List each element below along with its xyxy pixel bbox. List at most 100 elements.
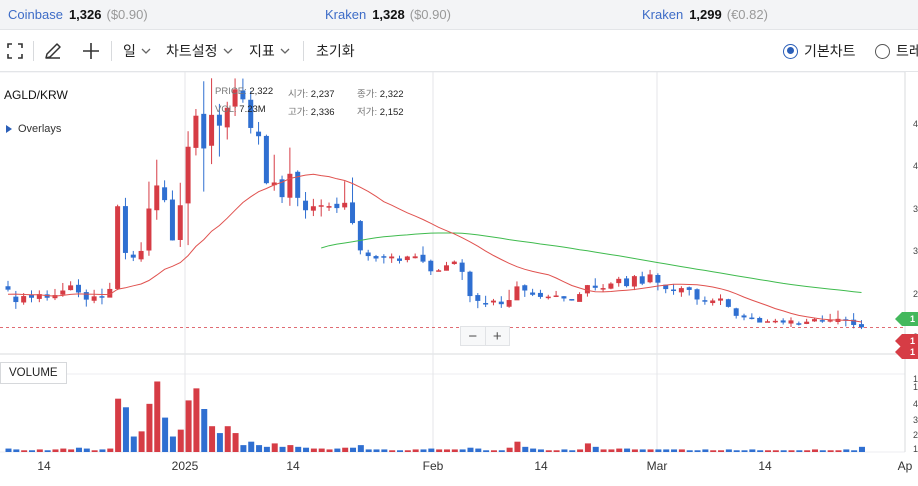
volume-bar — [146, 403, 153, 452]
volume-bar — [780, 450, 787, 452]
volume-bar — [694, 450, 701, 452]
x-axis-label: Mar — [646, 459, 668, 473]
overlays-toggle[interactable]: Overlays — [6, 123, 61, 135]
expand-triangle-icon — [6, 125, 12, 133]
candle-body — [467, 271, 473, 297]
basic-chart-label: 기본차트 — [804, 43, 856, 59]
volume-bar — [624, 448, 631, 452]
candle-body — [334, 203, 340, 209]
x-axis-label: 14 — [534, 459, 548, 473]
reset-button[interactable]: 초기화 — [316, 30, 355, 72]
high-value: 2,336 — [310, 107, 335, 118]
candle-body — [584, 285, 590, 294]
ohlc-high: 고가: 2,336 — [288, 104, 335, 118]
volume-bar — [600, 449, 607, 452]
zoom-controls: − + — [460, 326, 510, 346]
volume-bar — [467, 447, 474, 452]
candle-body — [350, 202, 356, 224]
crosshair-button[interactable] — [81, 30, 101, 72]
volume-bar — [287, 445, 294, 452]
candle-body — [287, 173, 293, 198]
y-axis-label: 4 — [913, 119, 918, 129]
candle-body — [600, 288, 606, 290]
fullscreen-button[interactable] — [6, 30, 24, 72]
chevron-down-icon — [280, 48, 290, 54]
zoom-out-button[interactable]: − — [461, 327, 485, 345]
candle-body — [772, 320, 778, 323]
basic-chart-radio[interactable]: 기본차트 — [783, 30, 856, 72]
y-axis-label: 2 — [913, 289, 918, 299]
volume-bar — [631, 449, 638, 452]
candle-body — [60, 290, 66, 295]
volume-bar — [216, 433, 223, 452]
volume-bar — [804, 450, 811, 452]
candle-body — [804, 321, 810, 324]
trading-chart-label: 트레 — [896, 43, 918, 59]
volume-bar — [240, 445, 247, 452]
price-label: PRICE: — [215, 86, 247, 97]
period-dropdown[interactable]: 일 — [123, 30, 151, 72]
volume-bar — [389, 450, 396, 452]
price-chart[interactable]: AGLD/KRW Overlays PRICE: 2,322 시가: 2,237… — [0, 72, 918, 486]
candle-body — [162, 187, 168, 201]
volume-bar — [428, 448, 435, 452]
volume-bar — [52, 449, 59, 452]
vol-value: 7.23M — [239, 104, 266, 115]
volume-bar — [162, 417, 169, 452]
period-label: 일 — [123, 43, 136, 59]
volume-bar — [342, 447, 349, 452]
candle-body — [75, 284, 81, 293]
candle-body — [201, 113, 207, 149]
volume-bar — [827, 450, 834, 452]
ticker-kraken-usd[interactable]: Kraken 1,328 ($0.90) — [325, 7, 451, 22]
zoom-in-button[interactable]: + — [484, 327, 510, 345]
high-label: 고가: — [288, 107, 309, 118]
candle-body — [537, 292, 543, 297]
candle-body — [389, 256, 395, 259]
candle-body — [647, 274, 653, 283]
candle-body — [788, 320, 794, 324]
volume-bar — [819, 450, 826, 452]
indicators-label: 지표 — [249, 43, 275, 59]
candle-body — [169, 199, 175, 241]
chart-settings-dropdown[interactable]: 차트설정 — [166, 30, 233, 72]
ticker-kraken-eur[interactable]: Kraken 1,299 (€0.82) — [642, 7, 768, 22]
volume-bar — [357, 445, 364, 452]
candle-body — [130, 254, 136, 258]
candle-body — [146, 208, 152, 251]
candle-body — [263, 135, 269, 184]
trading-chart-radio[interactable]: 트레 — [875, 30, 918, 72]
volume-pane-label: VOLUME — [0, 362, 67, 384]
candle-body — [138, 250, 144, 260]
indicators-dropdown[interactable]: 지표 — [249, 30, 290, 72]
volume-bar — [851, 450, 858, 452]
volume-bar — [757, 450, 764, 452]
volume-bar — [451, 449, 458, 452]
candle-body — [757, 317, 763, 323]
candle-body — [858, 324, 864, 328]
volume-bar — [75, 447, 82, 452]
chart-canvas[interactable] — [0, 72, 918, 486]
candle-body — [506, 300, 512, 307]
volume-bar — [107, 448, 114, 452]
volume-bar — [193, 388, 200, 452]
volume-bar — [256, 445, 263, 452]
candle-body — [671, 289, 677, 292]
candle-body — [295, 171, 301, 198]
last-price-tag: 1 — [895, 345, 918, 359]
candle-body — [177, 205, 183, 240]
volume-bar — [522, 446, 529, 452]
candle-body — [318, 205, 324, 207]
volume-bar — [44, 450, 51, 452]
volume-bar — [443, 449, 450, 452]
volume-bar — [271, 443, 278, 452]
volume-bar — [858, 446, 865, 452]
volume-bar — [263, 446, 270, 452]
candle-body — [741, 315, 747, 318]
volume-bar — [765, 450, 772, 452]
draw-button[interactable] — [43, 30, 63, 72]
ticker-coinbase[interactable]: Coinbase 1,326 ($0.90) — [8, 7, 148, 22]
ticker-change: ($0.90) — [409, 7, 451, 22]
candle-body — [702, 300, 708, 302]
volume-bar — [647, 449, 654, 452]
